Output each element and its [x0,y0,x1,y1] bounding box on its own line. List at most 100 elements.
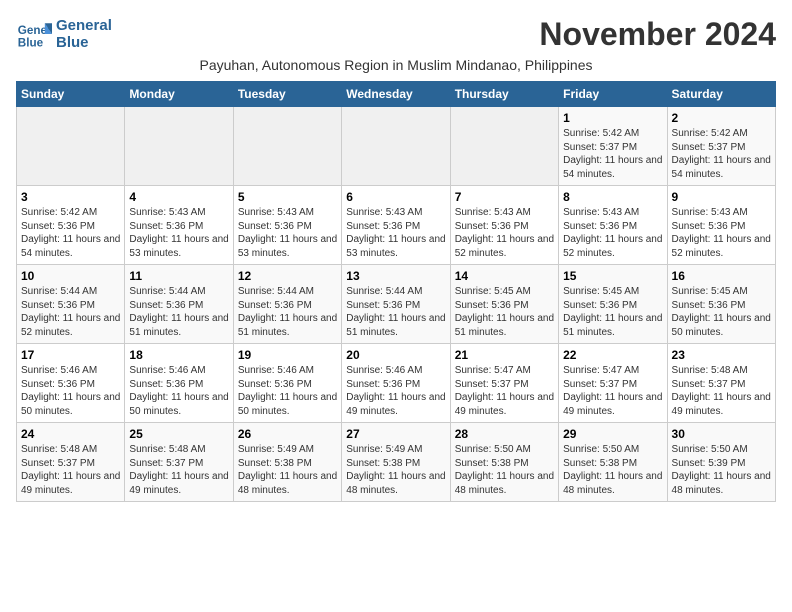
calendar-day-cell: 24 Sunrise: 5:48 AM Sunset: 5:37 PM Dayli… [17,423,125,502]
calendar-day-cell: 27 Sunrise: 5:49 AM Sunset: 5:38 PM Dayli… [342,423,450,502]
day-number: 8 [563,190,662,204]
day-number: 25 [129,427,228,441]
calendar-day-cell: 29Sunrise: 5:50 AM Sunset: 5:38 PM Dayli… [559,423,667,502]
day-info: Sunrise: 5:48 AM Sunset: 5:37 PM Dayligh… [21,443,120,497]
day-info: Sunrise: 5:46 AM Sunset: 5:36 PM Dayligh… [21,364,120,418]
weekday-header-cell: Saturday [667,82,775,107]
calendar-day-cell: 1 Sunrise: 5:42 AM Sunset: 5:37 PM Daylig… [559,107,667,186]
day-info: Sunrise: 5:50 AM Sunset: 5:38 PM Dayligh… [455,443,554,497]
day-info: Sunrise: 5:46 AM Sunset: 5:36 PM Dayligh… [346,364,445,418]
calendar-day-cell: 25 Sunrise: 5:48 AM Sunset: 5:37 PM Dayli… [125,423,233,502]
day-info: Sunrise: 5:42 AM Sunset: 5:37 PM Dayligh… [563,127,662,181]
calendar-day-cell [17,107,125,186]
calendar-day-cell: 22 Sunrise: 5:47 AM Sunset: 5:37 PM Dayli… [559,344,667,423]
day-number: 10 [21,269,120,283]
calendar-week-row: 17 Sunrise: 5:46 AM Sunset: 5:36 PM Dayli… [17,344,776,423]
calendar-day-cell: 3Sunrise: 5:42 AM Sunset: 5:36 PM Daylig… [17,186,125,265]
day-info: Sunrise: 5:49 AM Sunset: 5:38 PM Dayligh… [346,443,445,497]
day-number: 15 [563,269,662,283]
weekday-header-cell: Monday [125,82,233,107]
calendar-day-cell: 6Sunrise: 5:43 AM Sunset: 5:36 PM Daylig… [342,186,450,265]
calendar-day-cell: 13Sunrise: 5:44 AM Sunset: 5:36 PM Dayli… [342,265,450,344]
day-info: Sunrise: 5:49 AM Sunset: 5:38 PM Dayligh… [238,443,337,497]
day-info: Sunrise: 5:42 AM Sunset: 5:37 PM Dayligh… [672,127,771,181]
logo-text: General [56,17,112,34]
calendar-day-cell: 21 Sunrise: 5:47 AM Sunset: 5:37 PM Dayli… [450,344,558,423]
day-number: 19 [238,348,337,362]
day-info: Sunrise: 5:45 AM Sunset: 5:36 PM Dayligh… [672,285,771,339]
day-info: Sunrise: 5:44 AM Sunset: 5:36 PM Dayligh… [238,285,337,339]
weekday-header-cell: Wednesday [342,82,450,107]
calendar-subtitle: Payuhan, Autonomous Region in Muslim Min… [16,57,776,73]
calendar-day-cell: 5 Sunrise: 5:43 AM Sunset: 5:36 PM Daylig… [233,186,341,265]
day-info: Sunrise: 5:43 AM Sunset: 5:36 PM Dayligh… [563,206,662,260]
day-number: 6 [346,190,445,204]
calendar-day-cell: 18 Sunrise: 5:46 AM Sunset: 5:36 PM Dayli… [125,344,233,423]
day-number: 30 [672,427,771,441]
day-number: 11 [129,269,228,283]
calendar-day-cell: 2Sunrise: 5:42 AM Sunset: 5:37 PM Daylig… [667,107,775,186]
day-info: Sunrise: 5:42 AM Sunset: 5:36 PM Dayligh… [21,206,120,260]
calendar-week-row: 1 Sunrise: 5:42 AM Sunset: 5:37 PM Daylig… [17,107,776,186]
day-number: 9 [672,190,771,204]
calendar-day-cell: 9 Sunrise: 5:43 AM Sunset: 5:36 PM Daylig… [667,186,775,265]
calendar-day-cell: 15Sunrise: 5:45 AM Sunset: 5:36 PM Dayli… [559,265,667,344]
calendar-day-cell: 30Sunrise: 5:50 AM Sunset: 5:39 PM Dayli… [667,423,775,502]
day-info: Sunrise: 5:44 AM Sunset: 5:36 PM Dayligh… [129,285,228,339]
weekday-header-cell: Sunday [17,82,125,107]
day-number: 18 [129,348,228,362]
weekday-header-cell: Friday [559,82,667,107]
calendar-day-cell [342,107,450,186]
calendar-week-row: 10 Sunrise: 5:44 AM Sunset: 5:36 PM Dayli… [17,265,776,344]
calendar-day-cell: 10 Sunrise: 5:44 AM Sunset: 5:36 PM Dayli… [17,265,125,344]
calendar-day-cell [450,107,558,186]
day-number: 16 [672,269,771,283]
calendar-week-row: 24 Sunrise: 5:48 AM Sunset: 5:37 PM Dayli… [17,423,776,502]
day-number: 14 [455,269,554,283]
calendar-day-cell: 16 Sunrise: 5:45 AM Sunset: 5:36 PM Dayli… [667,265,775,344]
day-info: Sunrise: 5:43 AM Sunset: 5:36 PM Dayligh… [129,206,228,260]
calendar-table: SundayMondayTuesdayWednesdayThursdayFrid… [16,81,776,502]
day-info: Sunrise: 5:48 AM Sunset: 5:37 PM Dayligh… [129,443,228,497]
day-number: 28 [455,427,554,441]
calendar-day-cell: 26Sunrise: 5:49 AM Sunset: 5:38 PM Dayli… [233,423,341,502]
day-info: Sunrise: 5:43 AM Sunset: 5:36 PM Dayligh… [238,206,337,260]
calendar-day-cell: 7Sunrise: 5:43 AM Sunset: 5:36 PM Daylig… [450,186,558,265]
calendar-day-cell: 4 Sunrise: 5:43 AM Sunset: 5:36 PM Daylig… [125,186,233,265]
page-header: General Blue General Blue November 2024 [16,16,776,53]
calendar-day-cell: 12 Sunrise: 5:44 AM Sunset: 5:36 PM Dayli… [233,265,341,344]
day-info: Sunrise: 5:48 AM Sunset: 5:37 PM Dayligh… [672,364,771,418]
day-info: Sunrise: 5:43 AM Sunset: 5:36 PM Dayligh… [672,206,771,260]
day-number: 22 [563,348,662,362]
day-info: Sunrise: 5:45 AM Sunset: 5:36 PM Dayligh… [455,285,554,339]
day-number: 24 [21,427,120,441]
day-number: 1 [563,111,662,125]
day-info: Sunrise: 5:46 AM Sunset: 5:36 PM Dayligh… [129,364,228,418]
calendar-day-cell [125,107,233,186]
day-number: 12 [238,269,337,283]
calendar-day-cell: 8 Sunrise: 5:43 AM Sunset: 5:36 PM Daylig… [559,186,667,265]
day-info: Sunrise: 5:44 AM Sunset: 5:36 PM Dayligh… [21,285,120,339]
day-number: 20 [346,348,445,362]
calendar-day-cell: 19Sunrise: 5:46 AM Sunset: 5:36 PM Dayli… [233,344,341,423]
logo-icon: General Blue [16,16,52,52]
day-number: 29 [563,427,662,441]
weekday-header-cell: Tuesday [233,82,341,107]
svg-text:Blue: Blue [18,37,44,50]
day-number: 5 [238,190,337,204]
weekday-header-cell: Thursday [450,82,558,107]
calendar-day-cell: 23Sunrise: 5:48 AM Sunset: 5:37 PM Dayli… [667,344,775,423]
calendar-day-cell: 14 Sunrise: 5:45 AM Sunset: 5:36 PM Dayli… [450,265,558,344]
month-title: November 2024 [539,16,776,53]
day-info: Sunrise: 5:47 AM Sunset: 5:37 PM Dayligh… [455,364,554,418]
day-number: 7 [455,190,554,204]
day-number: 4 [129,190,228,204]
calendar-day-cell: 17 Sunrise: 5:46 AM Sunset: 5:36 PM Dayli… [17,344,125,423]
calendar-day-cell [233,107,341,186]
calendar-day-cell: 20 Sunrise: 5:46 AM Sunset: 5:36 PM Dayli… [342,344,450,423]
day-number: 21 [455,348,554,362]
day-info: Sunrise: 5:47 AM Sunset: 5:37 PM Dayligh… [563,364,662,418]
logo: General Blue General Blue [16,16,112,52]
day-number: 17 [21,348,120,362]
day-number: 27 [346,427,445,441]
